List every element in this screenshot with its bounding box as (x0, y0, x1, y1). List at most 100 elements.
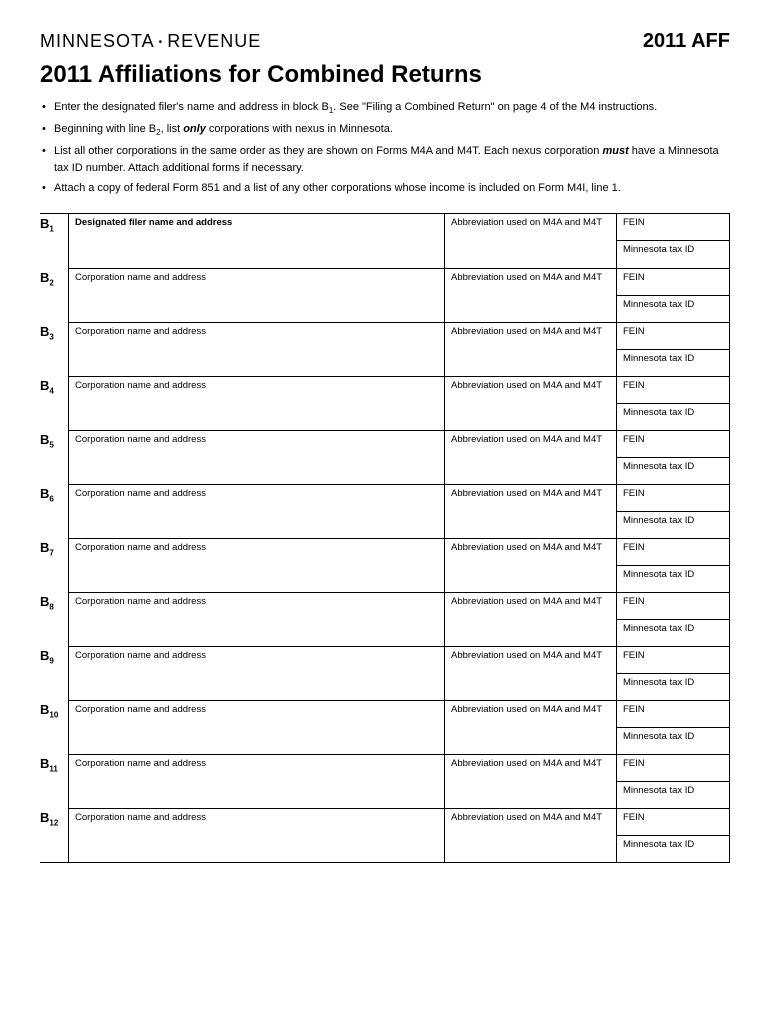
mn-tax-id-field[interactable]: Minnesota tax ID (617, 404, 729, 430)
row-label: B2 (40, 268, 68, 322)
agency-right: REVENUE (167, 31, 261, 51)
form-code: 2011 AFF (643, 30, 730, 53)
abbreviation-field[interactable]: Abbreviation used on M4A and M4T (445, 809, 617, 862)
row-body: Corporation name and addressAbbreviation… (68, 322, 730, 376)
table-row: B6Corporation name and addressAbbreviati… (40, 484, 730, 538)
row-label: B1 (40, 214, 68, 268)
agency-left: MINNESOTA (40, 31, 155, 51)
agency-name: MINNESOTA •REVENUE (40, 31, 261, 52)
table-row: B11Corporation name and addressAbbreviat… (40, 754, 730, 808)
table-row: B2Corporation name and addressAbbreviati… (40, 268, 730, 322)
row-label: B11 (40, 754, 68, 808)
instruction-item: Enter the designated filer's name and ad… (40, 99, 730, 117)
row-body: Corporation name and addressAbbreviation… (68, 484, 730, 538)
id-fields: FEINMinnesota tax ID (617, 214, 729, 268)
corporation-field[interactable]: Corporation name and address (69, 431, 445, 484)
id-fields: FEINMinnesota tax ID (617, 485, 729, 538)
id-fields: FEINMinnesota tax ID (617, 431, 729, 484)
table-row: B10Corporation name and addressAbbreviat… (40, 700, 730, 754)
corporation-field[interactable]: Corporation name and address (69, 701, 445, 754)
table-row: B4Corporation name and addressAbbreviati… (40, 376, 730, 430)
corporation-field[interactable]: Corporation name and address (69, 647, 445, 700)
fein-field[interactable]: FEIN (617, 593, 729, 620)
mn-tax-id-field[interactable]: Minnesota tax ID (617, 458, 729, 484)
mn-tax-id-field[interactable]: Minnesota tax ID (617, 674, 729, 700)
mn-tax-id-field[interactable]: Minnesota tax ID (617, 836, 729, 862)
abbreviation-field[interactable]: Abbreviation used on M4A and M4T (445, 269, 617, 322)
id-fields: FEINMinnesota tax ID (617, 539, 729, 592)
fein-field[interactable]: FEIN (617, 647, 729, 674)
mn-tax-id-field[interactable]: Minnesota tax ID (617, 350, 729, 376)
row-body: Corporation name and addressAbbreviation… (68, 376, 730, 430)
corporation-field[interactable]: Corporation name and address (69, 323, 445, 376)
instruction-item: List all other corporations in the same … (40, 143, 730, 176)
instruction-item: Attach a copy of federal Form 851 and a … (40, 180, 730, 197)
corporation-field[interactable]: Corporation name and address (69, 809, 445, 862)
instructions-list: Enter the designated filer's name and ad… (40, 99, 730, 197)
row-body: Corporation name and addressAbbreviation… (68, 754, 730, 808)
corporation-field[interactable]: Corporation name and address (69, 485, 445, 538)
table-row: B7Corporation name and addressAbbreviati… (40, 538, 730, 592)
abbreviation-field[interactable]: Abbreviation used on M4A and M4T (445, 701, 617, 754)
abbreviation-field[interactable]: Abbreviation used on M4A and M4T (445, 214, 617, 268)
abbreviation-field[interactable]: Abbreviation used on M4A and M4T (445, 539, 617, 592)
fein-field[interactable]: FEIN (617, 755, 729, 782)
table-row: B9Corporation name and addressAbbreviati… (40, 646, 730, 700)
fein-field[interactable]: FEIN (617, 377, 729, 404)
id-fields: FEINMinnesota tax ID (617, 377, 729, 430)
row-label: B7 (40, 538, 68, 592)
mn-tax-id-field[interactable]: Minnesota tax ID (617, 566, 729, 592)
abbreviation-field[interactable]: Abbreviation used on M4A and M4T (445, 323, 617, 376)
designated-filer-field[interactable]: Designated filer name and address (69, 214, 445, 268)
corporation-field[interactable]: Corporation name and address (69, 539, 445, 592)
corporation-field[interactable]: Corporation name and address (69, 755, 445, 808)
mn-tax-id-field[interactable]: Minnesota tax ID (617, 620, 729, 646)
mn-tax-id-field[interactable]: Minnesota tax ID (617, 296, 729, 322)
row-label: B10 (40, 700, 68, 754)
abbreviation-field[interactable]: Abbreviation used on M4A and M4T (445, 431, 617, 484)
row-label: B9 (40, 646, 68, 700)
table-row: B1Designated filer name and addressAbbre… (40, 214, 730, 268)
fein-field[interactable]: FEIN (617, 485, 729, 512)
row-label: B8 (40, 592, 68, 646)
corporation-field[interactable]: Corporation name and address (69, 377, 445, 430)
affiliations-table: B1Designated filer name and addressAbbre… (40, 213, 730, 863)
row-label: B5 (40, 430, 68, 484)
mn-tax-id-field[interactable]: Minnesota tax ID (617, 241, 729, 268)
fein-field[interactable]: FEIN (617, 323, 729, 350)
fein-field[interactable]: FEIN (617, 431, 729, 458)
row-body: Corporation name and addressAbbreviation… (68, 538, 730, 592)
row-label: B6 (40, 484, 68, 538)
row-body: Corporation name and addressAbbreviation… (68, 430, 730, 484)
abbreviation-field[interactable]: Abbreviation used on M4A and M4T (445, 755, 617, 808)
fein-field[interactable]: FEIN (617, 214, 729, 242)
row-body: Corporation name and addressAbbreviation… (68, 700, 730, 754)
abbreviation-field[interactable]: Abbreviation used on M4A and M4T (445, 377, 617, 430)
row-body: Corporation name and addressAbbreviation… (68, 808, 730, 862)
page-header: MINNESOTA •REVENUE 2011 AFF (40, 30, 730, 53)
row-body: Corporation name and addressAbbreviation… (68, 268, 730, 322)
fein-field[interactable]: FEIN (617, 269, 729, 296)
mn-tax-id-field[interactable]: Minnesota tax ID (617, 728, 729, 754)
id-fields: FEINMinnesota tax ID (617, 593, 729, 646)
table-row: B3Corporation name and addressAbbreviati… (40, 322, 730, 376)
corporation-field[interactable]: Corporation name and address (69, 593, 445, 646)
fein-field[interactable]: FEIN (617, 809, 729, 836)
corporation-field[interactable]: Corporation name and address (69, 269, 445, 322)
row-body: Designated filer name and addressAbbrevi… (68, 214, 730, 268)
id-fields: FEINMinnesota tax ID (617, 269, 729, 322)
id-fields: FEINMinnesota tax ID (617, 647, 729, 700)
mn-tax-id-field[interactable]: Minnesota tax ID (617, 512, 729, 538)
row-body: Corporation name and addressAbbreviation… (68, 592, 730, 646)
table-row: B5Corporation name and addressAbbreviati… (40, 430, 730, 484)
table-row: B8Corporation name and addressAbbreviati… (40, 592, 730, 646)
abbreviation-field[interactable]: Abbreviation used on M4A and M4T (445, 485, 617, 538)
fein-field[interactable]: FEIN (617, 701, 729, 728)
agency-separator: • (159, 37, 164, 48)
row-label: B12 (40, 808, 68, 862)
fein-field[interactable]: FEIN (617, 539, 729, 566)
abbreviation-field[interactable]: Abbreviation used on M4A and M4T (445, 647, 617, 700)
abbreviation-field[interactable]: Abbreviation used on M4A and M4T (445, 593, 617, 646)
mn-tax-id-field[interactable]: Minnesota tax ID (617, 782, 729, 808)
page-title: 2011 Affiliations for Combined Returns (40, 61, 730, 89)
